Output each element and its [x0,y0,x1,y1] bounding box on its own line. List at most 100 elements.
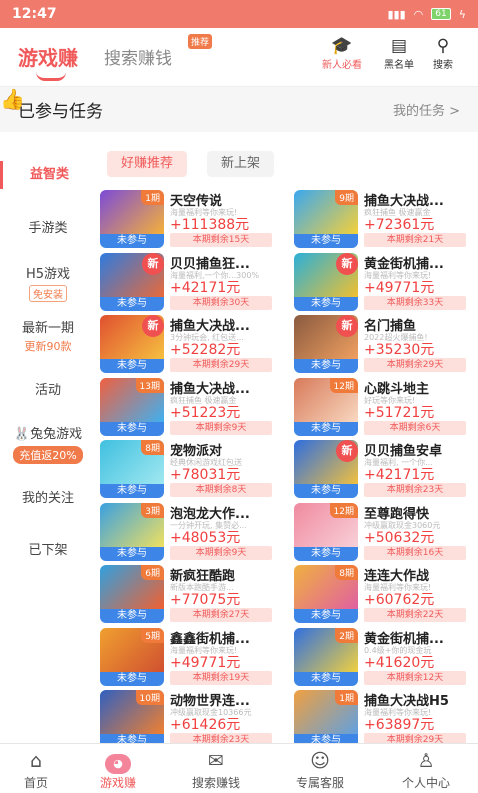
not-joined-label: 未参与 [100,671,164,686]
game-thumbnail[interactable]: 新未参与 [294,315,358,373]
sidebar-item-h5-games[interactable]: H5游戏 免安装 [0,263,96,302]
game-thumbnail[interactable]: 3期 未参与 [100,502,164,561]
game-thumbnail[interactable]: 13期 未参与 [100,377,164,436]
not-joined-label: 未参与 [294,484,358,498]
tab-game-earn[interactable]: 游戏赚 [18,42,78,81]
tab-game-earn-bottom[interactable]: ◕ 游戏赚 [70,748,166,791]
filter-new-arrivals[interactable]: 新上架 [207,151,275,177]
game-thumbnail[interactable]: 8期 未参与 [294,565,358,623]
graduation-cap-icon: 🎓 [331,36,353,56]
sidebar-item-label: 已下架 [28,543,68,558]
user-icon: ♙ [417,750,435,772]
game-thumbnail[interactable]: 12期 未参与 [294,502,358,561]
game-reward: +41620元 [364,654,435,671]
game-card[interactable]: 3期 未参与 泡泡龙大作... 一分钟开玩, 集赞必... +48053元 本期剩余9天 [100,502,290,561]
game-card[interactable]: 5期 未参与 鑫鑫街机捕... 海量福利等你来玩! +49771元 本期剩余19天 [100,627,290,686]
period-badge: 9期 [335,190,358,205]
game-card[interactable]: 9期 未参与 捕鱼大决战... 疯狂捕鱼 极速赢金 +72361元 本期剩余21天 [294,190,478,248]
game-thumbnail[interactable]: 8期 未参与 [100,440,164,498]
recharge-rebate-badge: 充值返20% [13,446,83,464]
game-card[interactable]: 新未参与 黄金街机捕... 海量福利等你来玩! +49771元 本期剩余33天 [294,252,478,311]
not-joined-label: 未参与 [100,546,164,561]
game-card[interactable]: 1期 未参与 捕鱼大决战H5 海量福利等你来玩! +63897元 本期剩余29天 [294,690,478,748]
tab-customer-service-label: 专属客服 [295,776,344,790]
game-thumbnail[interactable]: 2期 未参与 [294,627,358,686]
period-badge: 8期 [335,565,358,580]
remaining-days: 本期剩余29天 [170,358,272,372]
period-badge: 新 [336,315,358,337]
tab-profile-label: 个人中心 [401,776,450,790]
blacklist-label: 黑名单 [384,60,414,71]
game-card[interactable]: 12期 未参与 至尊跑得快 冲级赢取现金3060元 +50632元 本期剩余16天 [294,502,478,561]
game-thumbnail[interactable]: 新未参与 [294,252,358,311]
game-thumbnail[interactable]: 1期 未参与 [100,190,164,248]
game-reward: +52282元 [170,342,241,358]
sidebar-item-mobile-games[interactable]: 手游类 [0,217,96,236]
game-card[interactable]: 13期 未参与 捕鱼大决战... 疯狂捕鱼 极速赢金 +51223元 本期剩余9天 [100,377,290,436]
sidebar-item-puzzle[interactable]: 益智类 [0,161,96,189]
tab-customer-service[interactable]: ☺ 专属客服 [272,748,368,791]
joined-tasks-bar[interactable]: 👍 已参与任务 我的任务 > [0,86,478,132]
game-card[interactable]: 10期 未参与 动物世界连... 冲级赢取现金10366元 +61426元 本期剩余23天 [100,690,290,748]
blacklist-button[interactable]: ▤ 黑名单 [384,36,414,71]
remaining-days: 本期剩余23天 [364,483,466,497]
sidebar-item-latest[interactable]: 最新一期 更新90款 [0,317,96,354]
tab-game-earn-label: 游戏赚 [99,776,136,790]
tab-search-earn[interactable]: 搜索赚钱 推荐 [104,33,213,69]
game-card[interactable]: 2期 未参与 黄金街机捕... 0.4级+你的现金玩 +41620元 本期剩余12天 [294,627,478,686]
filter-recommended[interactable]: 好赚推荐 [107,151,188,177]
game-reward: +63897元 [364,717,435,733]
game-thumbnail[interactable]: 新未参与 [100,252,164,311]
update-count-text: 更新90款 [24,340,72,353]
game-thumbnail[interactable]: 10期 未参与 [100,690,164,748]
period-badge: 8期 [141,440,164,455]
game-card[interactable]: 1期 未参与 天空传说 海量福利等你来玩! +111388元 本期剩余15天 [100,190,290,248]
remaining-days: 本期剩余15天 [170,233,272,247]
game-reward: +35230元 [364,342,435,358]
envelope-icon: ✉ [208,750,224,772]
game-thumbnail[interactable]: 5期 未参与 [100,627,164,686]
not-joined-label: 未参与 [100,234,164,248]
game-card[interactable]: 8期 未参与 宠物派对 经典休闲游戏红包送 +78031元 本期剩余8天 [100,440,290,498]
game-reward: +42171元 [364,467,435,483]
game-reward: +78031元 [170,467,241,483]
game-thumbnail[interactable]: 1期 未参与 [294,690,358,748]
remaining-days: 本期剩余19天 [170,670,272,685]
game-reward: +51223元 [170,404,241,421]
game-card[interactable]: 12期 未参与 心跳斗地主 好玩等你来玩! +51721元 本期剩余6天 [294,377,478,436]
sidebar-item-label: 最新一期 [21,321,74,336]
tab-game-earn-label: 游戏赚 [18,45,78,70]
game-thumbnail[interactable]: 9期未参与 [294,190,358,248]
newbie-guide-button[interactable]: 🎓 新人必看 [322,36,362,71]
game-card[interactable]: 6期 未参与 新疯狂酷跑 新版本跑酷手游... +77075元 本期剩余27天 [100,565,290,623]
tab-profile[interactable]: ♙ 个人中心 [378,748,474,791]
game-card[interactable]: 新未参与 贝贝捕鱼狂... 海量福利,一个你...300% +42171元 本期剩余30… [100,252,290,311]
tab-search-earn-bottom[interactable]: ✉ 搜索赚钱 [168,748,264,791]
sidebar-item-removed[interactable]: 已下架 [0,539,96,558]
game-thumbnail[interactable]: 新未参与 [100,315,164,373]
game-card[interactable]: 8期 未参与 连连大作战 海量福利等你来玩! +60762元 本期剩余22天 [294,565,478,623]
remaining-days: 本期剩余12天 [364,670,466,685]
search-button[interactable]: ⚲ 搜索 [432,36,454,71]
game-card[interactable]: 新未参与 名门捕鱼 2022超火爆捕鱼! +35230元 本期剩余29天 [294,315,478,373]
not-joined-label: 未参与 [294,234,358,248]
sidebar-item-activity[interactable]: 活动 [0,379,96,398]
bottom-tab-bar: ⌂ 首页 ◕ 游戏赚 ✉ 搜索赚钱 ☺ 专属客服 ♙ 个人中心 [0,743,478,793]
game-reward: +42171元 [170,279,241,296]
sidebar-item-my-follows[interactable]: 我的关注 [0,487,96,506]
game-reward: +50632元 [364,529,435,546]
period-badge: 新 [336,440,358,462]
game-thumbnail[interactable]: 12期 未参与 [294,377,358,436]
game-thumbnail[interactable]: 6期 未参与 [100,565,164,623]
period-badge: 2期 [335,627,358,643]
game-thumbnail[interactable]: 新未参与 [294,440,358,498]
period-badge: 6期 [141,565,164,580]
game-reward: +49771元 [364,279,435,296]
my-tasks-link[interactable]: 我的任务 > [393,100,460,119]
game-reward: +72361元 [364,217,435,233]
game-card[interactable]: 新未参与 贝贝捕鱼安卓 海量福利, 一个你... +42171元 本期剩余23天 [294,440,478,498]
game-card[interactable]: 新未参与 捕鱼大决战... 3分钟玩会, 红包送... +52282元 本期剩余29天 [100,315,290,373]
sidebar-item-rabbit-games[interactable]: 🐰兔兔游戏 充值返20% [0,423,96,464]
battery-icon: 61 [431,8,451,20]
remaining-days: 本期剩余16天 [364,545,466,560]
